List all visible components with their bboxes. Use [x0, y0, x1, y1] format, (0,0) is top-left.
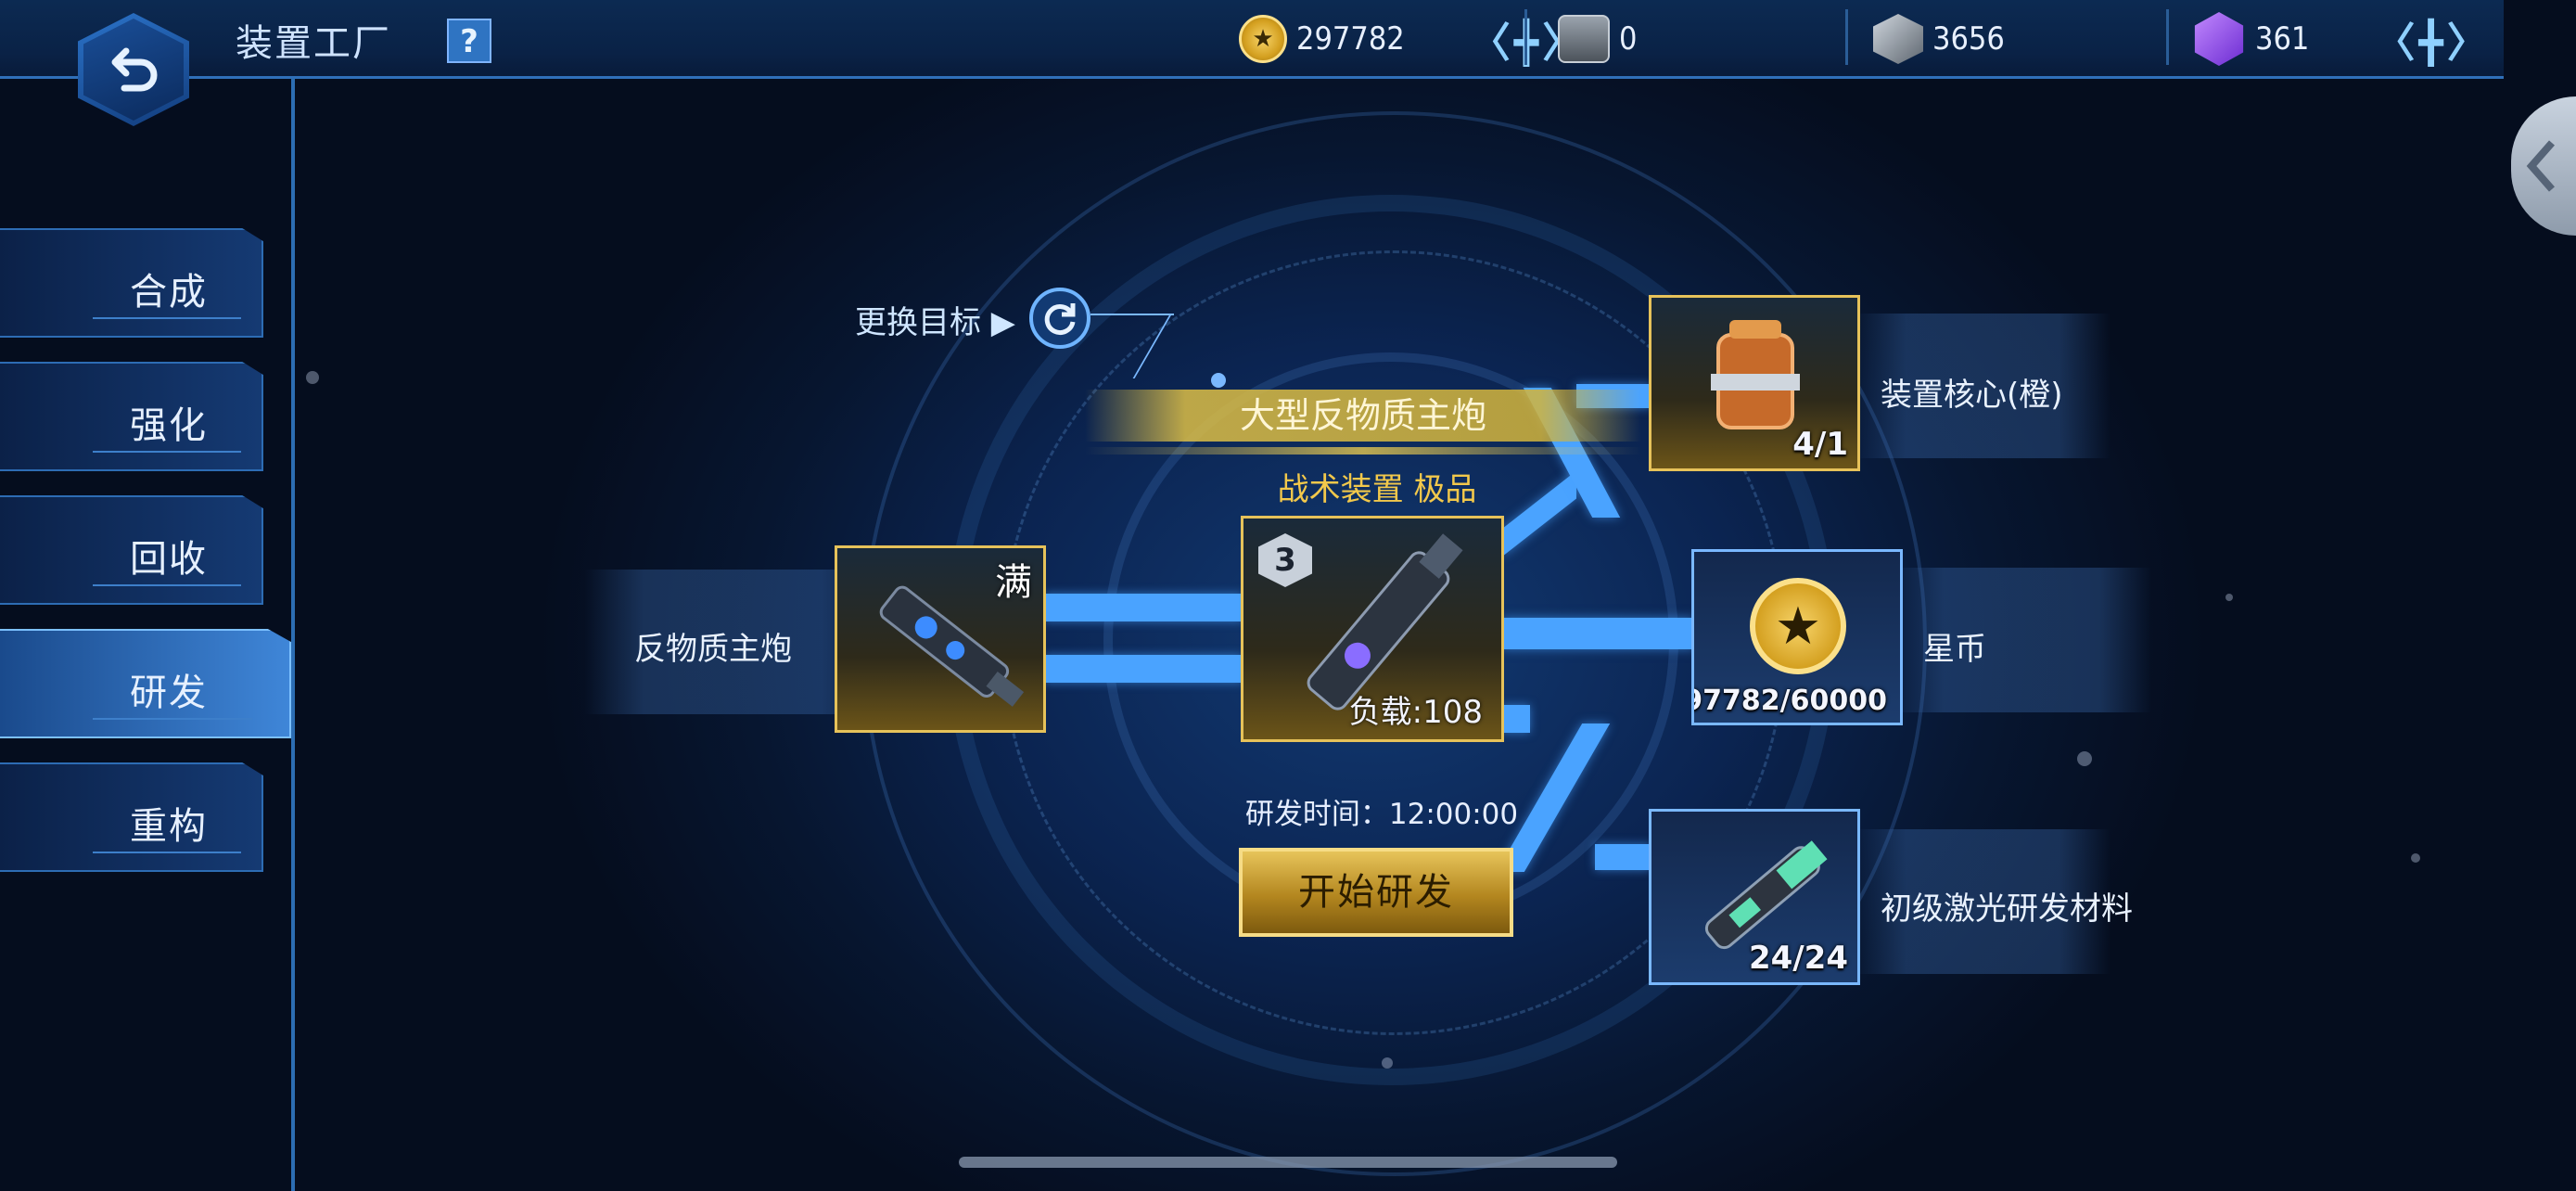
resource-star-coin: ★ 297782 〈╋〉: [1239, 11, 1587, 67]
back-arrow-icon: [111, 47, 158, 92]
help-button[interactable]: ?: [447, 19, 491, 63]
material-name: 初级激光研发材料: [1881, 890, 2133, 928]
resource-value: 297782: [1296, 20, 1405, 58]
tab-rebuild[interactable]: 重构: [0, 762, 263, 872]
refresh-icon: [1044, 303, 1076, 336]
material-count: 4/1: [1792, 426, 1848, 463]
home-indicator: [959, 1157, 1617, 1168]
sidebar-divider: [291, 78, 295, 1191]
tab-label: 重构: [130, 805, 208, 848]
connector: [1502, 705, 1530, 733]
source-item-card[interactable]: 满: [835, 545, 1046, 733]
tab-label: 研发: [130, 672, 208, 714]
change-target-label[interactable]: 更换目标 ▶: [855, 297, 1015, 342]
tab-enhance[interactable]: 强化: [0, 362, 263, 471]
start-research-button[interactable]: 开始研发: [1239, 848, 1513, 937]
tab-synthesize[interactable]: 合成: [0, 228, 263, 338]
resource-metal-part: 0: [1558, 11, 1637, 67]
resource-value: 0: [1619, 20, 1638, 58]
material-card-star-coin[interactable]: ★ 297782/60000: [1691, 549, 1903, 725]
target-quality: 战术装置 极品: [1277, 471, 1477, 508]
target-load: 负载:108: [1348, 694, 1483, 731]
resource-value: 3656: [1932, 20, 2005, 58]
tab-recycle[interactable]: 回收: [0, 495, 263, 605]
research-time: 研发时间：12:00:00: [1244, 798, 1519, 831]
tab-label: 回收: [130, 538, 208, 581]
side-drawer-handle[interactable]: [2511, 96, 2576, 236]
top-bar: 装置工厂 ? ★ 297782 〈╋〉 0 3656 361 〈╋〉: [0, 0, 2504, 79]
connector: [1044, 594, 1243, 621]
star-coin-icon: ★: [1239, 15, 1287, 63]
connector: [1595, 844, 1651, 870]
target-name: 大型反物质主炮: [1085, 390, 1641, 442]
page-title: 装置工厂: [236, 22, 391, 65]
material-name: 星币: [1923, 631, 1986, 668]
material-card-device-core[interactable]: 4/1: [1649, 295, 1860, 471]
target-item-card[interactable]: 3 负载:108: [1241, 516, 1504, 742]
chevron-left-icon: [2526, 140, 2556, 192]
source-item-name: 反物质主炮: [634, 631, 792, 668]
resource-value: 361: [2255, 20, 2310, 58]
material-count: 297782/60000: [1694, 685, 1887, 717]
material-count: 24/24: [1748, 940, 1848, 977]
tab-research[interactable]: 研发: [0, 629, 291, 738]
material-name: 装置核心(橙): [1881, 377, 2063, 414]
tab-label: 强化: [130, 404, 208, 447]
material-card-laser-material[interactable]: 24/24: [1649, 809, 1860, 985]
purple-crystal-icon: [2194, 12, 2244, 66]
connector: [1044, 655, 1243, 683]
connector: [1502, 618, 1693, 649]
resource-purple-crystal: 361 〈╋〉: [2192, 11, 2492, 67]
add-crystal-button[interactable]: 〈╋〉: [2374, 9, 2492, 69]
star-coin-icon: ★: [1750, 578, 1846, 674]
resource-alloy-cube: 3656: [1873, 11, 2005, 67]
change-target-button[interactable]: [1029, 288, 1090, 349]
alloy-cube-icon: [1873, 14, 1923, 64]
max-level-badge: 满: [995, 561, 1032, 604]
metal-part-icon: [1558, 15, 1610, 63]
tab-label: 合成: [130, 271, 208, 314]
